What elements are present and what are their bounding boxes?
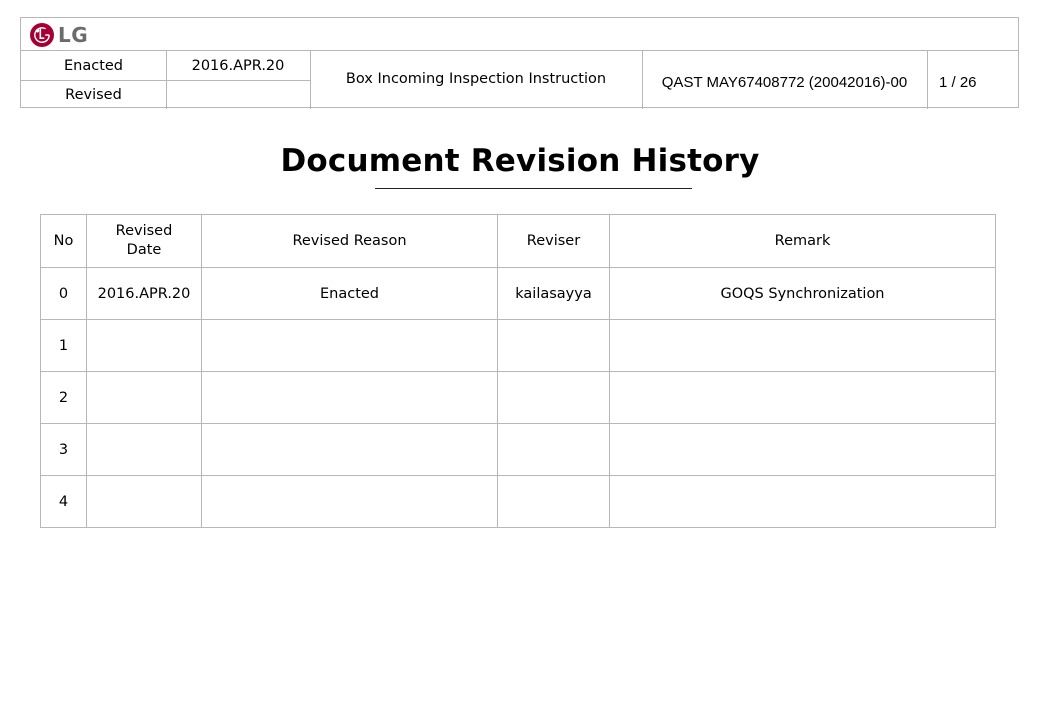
document-header: LG Enacted 2016.APR.20 Revised Box Incom… <box>20 17 1019 109</box>
cell-reviser <box>497 319 610 372</box>
doc-number: QAST MAY67408772 (20042016)-00 <box>661 73 908 91</box>
column-header-no: No <box>40 214 87 268</box>
cell-remark: GOQS Synchronization <box>609 267 996 320</box>
cell-reviser <box>497 423 610 476</box>
table-row: 3 <box>40 423 996 476</box>
header-divider <box>927 51 928 109</box>
cell-revised-date <box>86 475 202 528</box>
cell-no: 0 <box>40 267 87 320</box>
column-header-revised-date-label: Revised Date <box>115 223 173 258</box>
cell-no: 3 <box>40 423 87 476</box>
cell-revised-reason: Enacted <box>201 267 498 320</box>
cell-revised-date: 2016.APR.20 <box>86 267 202 320</box>
cell-revised-date <box>86 371 202 424</box>
table-row: 0 2016.APR.20 Enacted kailasayya GOQS Sy… <box>40 267 996 320</box>
enacted-date: 2016.APR.20 <box>191 57 285 74</box>
table-row: 1 <box>40 319 996 372</box>
cell-revised-reason <box>201 319 498 372</box>
cell-remark <box>609 371 996 424</box>
title-underline <box>375 188 692 189</box>
lg-logo: LG <box>30 23 88 47</box>
cell-revised-reason <box>201 475 498 528</box>
column-header-remark: Remark <box>609 214 996 268</box>
header-divider <box>642 51 643 109</box>
lg-logo-icon <box>30 23 54 47</box>
cell-revised-date <box>86 423 202 476</box>
cell-no: 1 <box>40 319 87 372</box>
header-divider <box>310 51 311 109</box>
page-title: Document Revision History <box>280 143 760 179</box>
column-header-revised-date: Revised Date <box>86 214 202 268</box>
cell-reviser <box>497 371 610 424</box>
cell-no: 2 <box>40 371 87 424</box>
page-number: 1 / 26 <box>939 73 977 91</box>
cell-remark <box>609 475 996 528</box>
cell-revised-date <box>86 319 202 372</box>
cell-reviser <box>497 475 610 528</box>
table-row: 2 <box>40 371 996 424</box>
table-row: 4 <box>40 475 996 528</box>
revision-history-table: No Revised Date Revised Reason Reviser R… <box>40 214 996 528</box>
header-divider <box>21 80 310 81</box>
table-header-row: No Revised Date Revised Reason Reviser R… <box>40 214 996 268</box>
revised-label: Revised <box>65 86 122 103</box>
cell-revised-reason <box>201 423 498 476</box>
column-header-revised-reason: Revised Reason <box>201 214 498 268</box>
cell-reviser: kailasayya <box>497 267 610 320</box>
cell-revised-reason <box>201 371 498 424</box>
revised-date <box>166 80 310 109</box>
header-doc-title: Box Incoming Inspection Instruction <box>345 70 607 87</box>
logo-row: LG <box>21 18 1018 51</box>
column-header-reviser: Reviser <box>497 214 610 268</box>
enacted-label: Enacted <box>63 57 124 74</box>
cell-no: 4 <box>40 475 87 528</box>
logo-text: LG <box>58 23 89 47</box>
cell-remark <box>609 319 996 372</box>
cell-remark <box>609 423 996 476</box>
